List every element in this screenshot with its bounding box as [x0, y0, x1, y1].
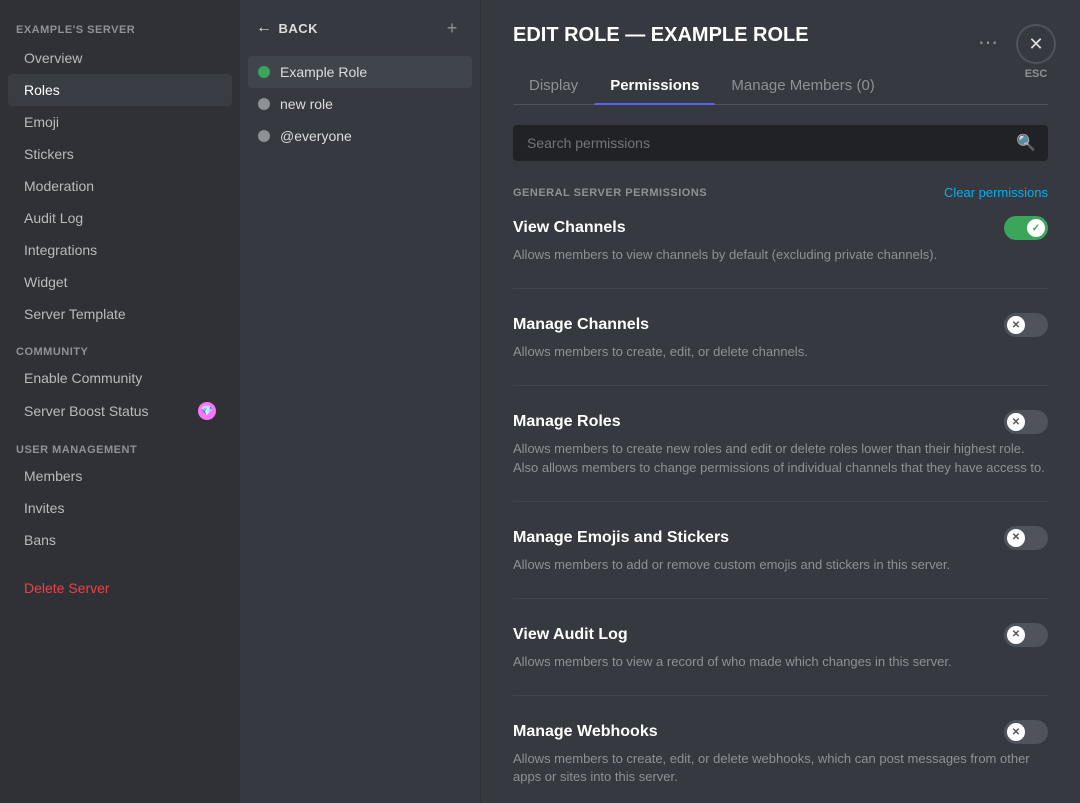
separator: [513, 598, 1048, 599]
back-button[interactable]: ← BACK: [256, 19, 318, 37]
toggle-knob: ✕: [1007, 413, 1025, 431]
roles-panel: ← BACK + Example Role new role @everyone: [240, 0, 480, 803]
toggle-knob: ✓: [1027, 219, 1045, 237]
permission-row: Manage Webhooks ✕: [513, 720, 1048, 744]
sidebar-item-server-template[interactable]: Server Template: [8, 298, 232, 330]
permission-desc: Allows members to add or remove custom e…: [513, 556, 1048, 574]
community-section-label: Community: [0, 330, 240, 362]
permission-view-channels: View Channels ✓ Allows members to view c…: [513, 216, 1048, 264]
add-role-button[interactable]: +: [440, 16, 464, 40]
sidebar-item-moderation[interactable]: Moderation: [8, 170, 232, 202]
sidebar-item-widget[interactable]: Widget: [8, 266, 232, 298]
role-item-new-role[interactable]: new role: [248, 88, 472, 120]
sidebar-item-roles[interactable]: Roles: [8, 74, 232, 106]
permission-name: Manage Emojis and Stickers: [513, 529, 729, 547]
sidebar-item-bans[interactable]: Bans: [8, 524, 232, 556]
permission-name: Manage Roles: [513, 413, 621, 431]
sidebar-item-integrations[interactable]: Integrations: [8, 234, 232, 266]
separator: [513, 695, 1048, 696]
toggle-knob: ✕: [1007, 316, 1025, 334]
permission-desc: Allows members to view channels by defau…: [513, 246, 1048, 264]
permission-name: View Channels: [513, 219, 626, 237]
permission-desc: Allows members to create, edit, or delet…: [513, 750, 1048, 786]
separator: [513, 501, 1048, 502]
roles-header: ← BACK +: [248, 16, 472, 56]
permission-desc: Allows members to create, edit, or delet…: [513, 343, 1048, 361]
permission-manage-channels: Manage Channels ✕ Allows members to crea…: [513, 313, 1048, 361]
toggle-knob: ✕: [1007, 723, 1025, 741]
permission-desc: Allows members to view a record of who m…: [513, 653, 1048, 671]
main-content: EDIT ROLE — EXAMPLE ROLE Display Permiss…: [480, 0, 1080, 803]
toggle-knob: ✕: [1007, 529, 1025, 547]
separator: [513, 288, 1048, 289]
permission-desc: Allows members to create new roles and e…: [513, 440, 1048, 476]
permission-name: Manage Webhooks: [513, 723, 658, 741]
user-management-label: User Management: [0, 428, 240, 460]
permission-name: View Audit Log: [513, 626, 628, 644]
permission-row: Manage Roles ✕: [513, 410, 1048, 434]
permission-row: Manage Emojis and Stickers ✕: [513, 526, 1048, 550]
sidebar-item-server-boost[interactable]: Server Boost Status 💎: [8, 394, 232, 428]
role-item-everyone[interactable]: @everyone: [248, 120, 472, 152]
permissions-section-header: GENERAL SERVER PERMISSIONS Clear permiss…: [513, 185, 1048, 200]
tab-permissions[interactable]: Permissions: [594, 67, 715, 104]
sidebar-item-audit-log[interactable]: Audit Log: [8, 202, 232, 234]
sidebar-item-invites[interactable]: Invites: [8, 492, 232, 524]
role-color-dot: [258, 66, 270, 78]
sidebar-item-stickers[interactable]: Stickers: [8, 138, 232, 170]
toggle-manage-roles[interactable]: ✕: [1004, 410, 1048, 434]
permission-row: View Audit Log ✕: [513, 623, 1048, 647]
three-dots-menu[interactable]: ⋯: [978, 30, 1000, 55]
main-wrapper: EDIT ROLE — EXAMPLE ROLE Display Permiss…: [480, 0, 1080, 803]
role-color-dot: [258, 130, 270, 142]
tabs-bar: Display Permissions Manage Members (0): [513, 67, 1048, 105]
sidebar-item-overview[interactable]: Overview: [8, 42, 232, 74]
permission-manage-roles: Manage Roles ✕ Allows members to create …: [513, 410, 1048, 476]
toggle-view-audit-log[interactable]: ✕: [1004, 623, 1048, 647]
separator: [513, 385, 1048, 386]
back-arrow-icon: ←: [256, 19, 273, 37]
clear-permissions-button[interactable]: Clear permissions: [944, 185, 1048, 200]
permission-row: Manage Channels ✕: [513, 313, 1048, 337]
esc-label: ESC: [1025, 68, 1048, 80]
sidebar-item-emoji[interactable]: Emoji: [8, 106, 232, 138]
general-permissions-label: GENERAL SERVER PERMISSIONS: [513, 187, 707, 199]
tab-manage-members[interactable]: Manage Members (0): [715, 67, 890, 104]
boost-icon: 💎: [198, 402, 216, 420]
toggle-manage-channels[interactable]: ✕: [1004, 313, 1048, 337]
esc-button-container: ✕ ESC: [1016, 24, 1056, 80]
permission-view-audit-log: View Audit Log ✕ Allows members to view …: [513, 623, 1048, 671]
tab-display[interactable]: Display: [513, 67, 594, 104]
toggle-knob: ✕: [1007, 626, 1025, 644]
search-input[interactable]: [513, 125, 1048, 161]
toggle-manage-emojis[interactable]: ✕: [1004, 526, 1048, 550]
permission-name: Manage Channels: [513, 316, 649, 334]
delete-server-button[interactable]: Delete Server: [8, 572, 232, 604]
permission-row: View Channels ✓: [513, 216, 1048, 240]
sidebar-item-members[interactable]: Members: [8, 460, 232, 492]
toggle-manage-webhooks[interactable]: ✕: [1004, 720, 1048, 744]
role-item-example-role[interactable]: Example Role: [248, 56, 472, 88]
sidebar: Example's Server Overview Roles Emoji St…: [0, 0, 240, 803]
server-name: Example's Server: [0, 16, 240, 42]
page-title: EDIT ROLE — EXAMPLE ROLE: [513, 24, 1048, 47]
esc-button[interactable]: ✕: [1016, 24, 1056, 64]
permission-manage-emojis: Manage Emojis and Stickers ✕ Allows memb…: [513, 526, 1048, 574]
sidebar-item-enable-community[interactable]: Enable Community: [8, 362, 232, 394]
search-icon: 🔍: [1016, 133, 1036, 153]
role-color-dot: [258, 98, 270, 110]
search-bar: 🔍: [513, 125, 1048, 161]
toggle-view-channels[interactable]: ✓: [1004, 216, 1048, 240]
permission-manage-webhooks: Manage Webhooks ✕ Allows members to crea…: [513, 720, 1048, 786]
